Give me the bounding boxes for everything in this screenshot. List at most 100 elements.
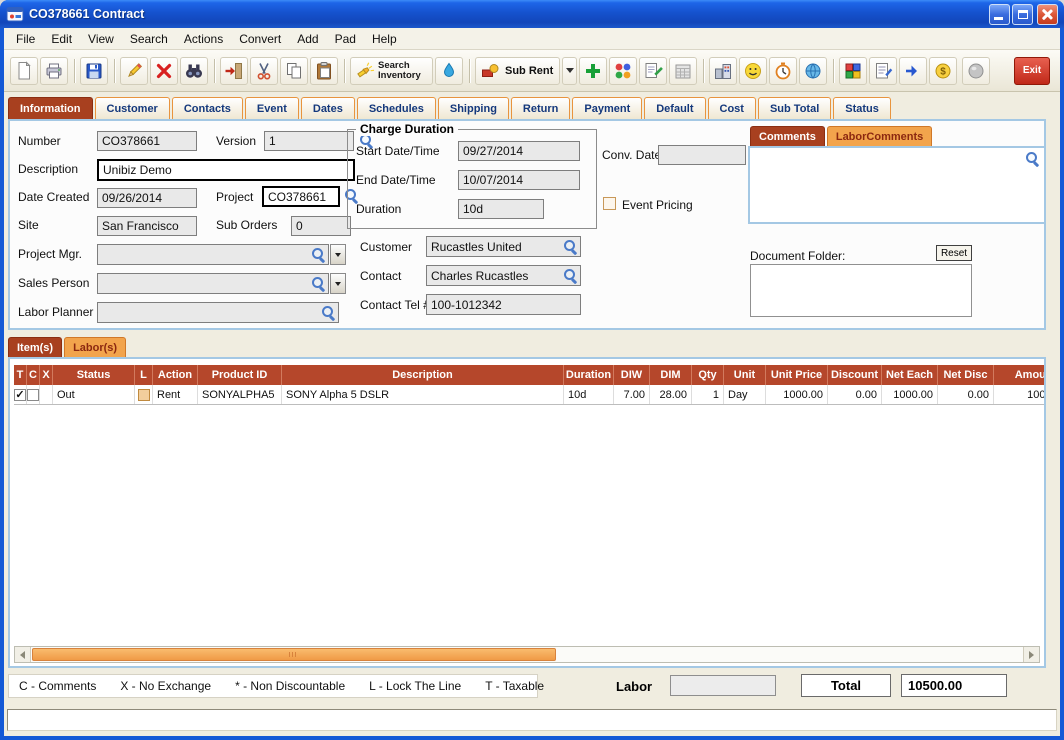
smiley-button[interactable] [739, 57, 767, 85]
scroll-left-button[interactable] [15, 647, 31, 662]
col-product-id[interactable]: Product ID [198, 365, 282, 385]
close-button[interactable] [1037, 4, 1058, 25]
globe-button[interactable] [799, 57, 827, 85]
col-l[interactable]: L [135, 365, 153, 385]
forward-button[interactable] [899, 57, 927, 85]
contact-input[interactable] [427, 269, 563, 283]
project-input[interactable] [262, 186, 340, 207]
reset-button[interactable]: Reset [936, 245, 972, 261]
start-date-input[interactable] [458, 141, 580, 161]
document-folder-box[interactable] [750, 264, 972, 317]
customer-search-icon[interactable] [563, 239, 578, 254]
description-input[interactable] [97, 159, 355, 181]
save-button[interactable] [80, 57, 108, 85]
search-inventory-button[interactable]: Search Inventory [350, 57, 433, 85]
menu-help[interactable]: Help [364, 30, 405, 48]
project-mgr-search-icon[interactable] [311, 247, 326, 262]
tab-labors[interactable]: Labor(s) [64, 337, 126, 357]
col-t[interactable]: T [14, 365, 27, 385]
duration-input[interactable] [458, 199, 544, 219]
project-mgr-dropdown[interactable] [330, 244, 346, 265]
tab-labor-comments[interactable]: LaborComments [827, 126, 932, 146]
t-checkbox[interactable] [14, 389, 26, 401]
color-button[interactable] [435, 57, 463, 85]
add-button[interactable] [579, 57, 607, 85]
sub-rent-dropdown[interactable] [562, 57, 577, 85]
sales-person-input[interactable] [98, 277, 311, 291]
menu-file[interactable]: File [8, 30, 43, 48]
tab-schedules[interactable]: Schedules [357, 97, 436, 119]
edit-button[interactable] [120, 57, 148, 85]
comments-search-icon[interactable] [1025, 151, 1040, 166]
tab-information[interactable]: Information [8, 97, 93, 119]
find-button[interactable] [180, 57, 208, 85]
lock-flag[interactable] [138, 389, 150, 401]
maximize-button[interactable] [1012, 4, 1033, 25]
col-net-each[interactable]: Net Each [882, 365, 938, 385]
contact-search-icon[interactable] [563, 268, 578, 283]
money-button[interactable]: $ [929, 57, 957, 85]
tab-default[interactable]: Default [644, 97, 705, 119]
sub-orders-input[interactable] [291, 216, 351, 236]
col-qty[interactable]: Qty [692, 365, 724, 385]
calendar-button[interactable] [669, 57, 697, 85]
tab-sub-total[interactable]: Sub Total [758, 97, 831, 119]
menu-search[interactable]: Search [122, 30, 176, 48]
paste-button[interactable] [310, 57, 338, 85]
end-date-input[interactable] [458, 170, 580, 190]
new-button[interactable] [10, 57, 38, 85]
tab-contacts[interactable]: Contacts [172, 97, 243, 119]
cut-button[interactable] [250, 57, 278, 85]
menu-convert[interactable]: Convert [231, 30, 289, 48]
col-duration[interactable]: Duration [564, 365, 614, 385]
col-discount[interactable]: Discount [828, 365, 882, 385]
menu-edit[interactable]: Edit [43, 30, 80, 48]
note-edit-button[interactable] [639, 57, 667, 85]
conv-date-input[interactable] [658, 145, 746, 165]
table-row[interactable]: Out Rent SONYALPHA5 SONY Alpha 5 DSLR 10… [14, 385, 1044, 405]
tab-customer[interactable]: Customer [95, 97, 170, 119]
labor-planner-search-icon[interactable] [321, 305, 336, 320]
col-unit[interactable]: Unit [724, 365, 766, 385]
tab-shipping[interactable]: Shipping [438, 97, 509, 119]
col-amount[interactable]: Amount [994, 365, 1044, 385]
date-created-input[interactable] [97, 188, 197, 208]
sales-person-dropdown[interactable] [330, 273, 346, 294]
sub-rent-button[interactable]: Sub Rent [475, 57, 560, 85]
sphere-button[interactable] [962, 57, 990, 85]
print-button[interactable] [40, 57, 68, 85]
col-status[interactable]: Status [53, 365, 135, 385]
tab-comments[interactable]: Comments [750, 126, 825, 146]
event-pricing-checkbox[interactable] [603, 197, 616, 210]
contact-tel-input[interactable] [426, 294, 581, 315]
col-c[interactable]: C [27, 365, 40, 385]
convert-button[interactable] [220, 57, 248, 85]
customer-input[interactable] [427, 240, 563, 254]
labor-planner-input[interactable] [98, 306, 321, 320]
col-description[interactable]: Description [282, 365, 564, 385]
site-input[interactable] [97, 216, 197, 236]
col-diw[interactable]: DIW [614, 365, 650, 385]
scroll-right-button[interactable] [1023, 647, 1039, 662]
tab-payment[interactable]: Payment [572, 97, 642, 119]
menu-add[interactable]: Add [289, 30, 326, 48]
scrollbar-thumb[interactable] [32, 648, 556, 661]
tab-cost[interactable]: Cost [708, 97, 756, 119]
col-action[interactable]: Action [153, 365, 198, 385]
delete-button[interactable] [150, 57, 178, 85]
tab-status[interactable]: Status [833, 97, 891, 119]
version-input[interactable] [264, 131, 354, 151]
c-checkbox[interactable] [27, 389, 39, 401]
horizontal-scrollbar[interactable] [14, 646, 1040, 663]
project-mgr-input[interactable] [98, 248, 311, 262]
comments-textarea[interactable] [748, 146, 1046, 224]
links-button[interactable] [609, 57, 637, 85]
labor-total-field[interactable] [670, 675, 776, 696]
exit-button[interactable]: Exit [1014, 57, 1050, 85]
organization-button[interactable] [709, 57, 737, 85]
col-dim[interactable]: DIM [650, 365, 692, 385]
tab-return[interactable]: Return [511, 97, 570, 119]
menu-actions[interactable]: Actions [176, 30, 231, 48]
col-net-disc[interactable]: Net Disc [938, 365, 994, 385]
menu-pad[interactable]: Pad [327, 30, 364, 48]
